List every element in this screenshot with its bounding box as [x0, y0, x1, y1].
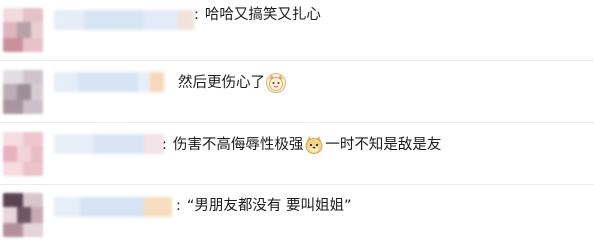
comment-body: 哈哈又搞笑又扎心 [204, 7, 321, 23]
comment-text: : “男朋友都没有 要叫姐姐” [176, 195, 352, 217]
comment-body: 然后更伤心了 [178, 75, 265, 91]
username-blurred[interactable] [54, 72, 164, 92]
comment-row: 然后更伤心了 [0, 62, 594, 123]
comment-row: : 伤害不高侮辱性极强 一时不知是敌是友 [0, 124, 594, 185]
separator: : [176, 198, 181, 214]
comment-row: : 哈哈又搞笑又扎心 [0, 0, 594, 61]
comment-body: 伤害不高侮辱性极强 [172, 137, 304, 153]
comment-list: : 哈哈又搞笑又扎心 然后更伤心了: 伤害不高侮辱性极强 一时不知是敌是友:… [0, 0, 594, 249]
comment-text: : 伤害不高侮辱性极强 一时不知是敌是友 [162, 134, 441, 156]
comment-body: “男朋友都没有 要叫姐姐” [186, 198, 352, 214]
comment-row: : “男朋友都没有 要叫姐姐” [0, 187, 594, 249]
avatar[interactable] [3, 132, 43, 176]
avatar[interactable] [3, 8, 43, 52]
doge-face-icon [304, 135, 324, 155]
comment-text: : 哈哈又搞笑又扎心 [194, 4, 321, 26]
username-blurred[interactable] [54, 197, 172, 217]
avatar[interactable] [3, 193, 43, 237]
separator: : [162, 137, 167, 153]
avatar[interactable] [3, 70, 43, 114]
username-blurred[interactable] [54, 134, 164, 154]
comment-body-continued: 一时不知是敌是友 [325, 137, 442, 153]
comment-text: 然后更伤心了 [178, 72, 287, 94]
cat-face-icon [266, 73, 286, 93]
username-blurred[interactable] [54, 10, 194, 30]
separator: : [194, 7, 199, 23]
